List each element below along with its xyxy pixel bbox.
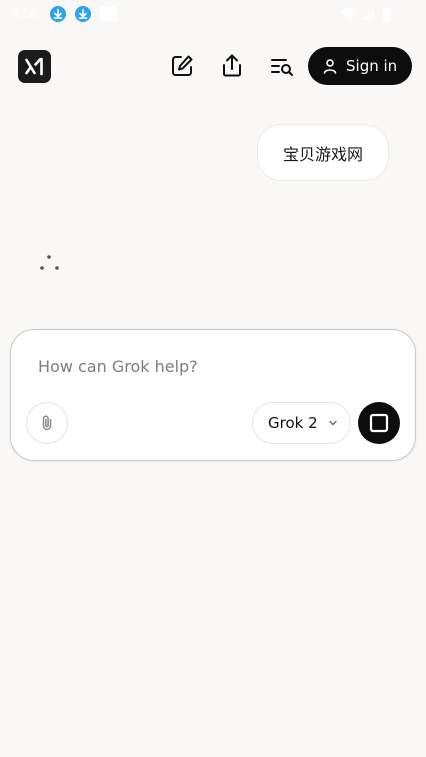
share-icon xyxy=(223,54,241,77)
edit-icon xyxy=(172,55,193,76)
notification-square-icon xyxy=(100,6,117,21)
user-icon xyxy=(323,59,337,74)
loading-dots-icon xyxy=(38,252,62,272)
download-icon xyxy=(75,6,91,22)
search-history-icon xyxy=(271,59,293,76)
user-message-bubble: 宝贝游戏网 xyxy=(257,124,389,181)
status-bar: 9:56 xyxy=(0,0,426,28)
chevron-down-icon xyxy=(328,420,337,426)
screen: 9:56 Sign in 宝贝游戏网 How can Grok help? Gr… xyxy=(0,0,426,757)
prompt-input[interactable] xyxy=(38,354,378,378)
download-icon xyxy=(50,6,66,22)
stop-button[interactable] xyxy=(358,402,400,444)
grok-logo-icon[interactable] xyxy=(18,50,51,83)
status-time: 9:56 xyxy=(12,6,38,21)
wifi-icon xyxy=(341,8,357,20)
paperclip-icon xyxy=(42,415,52,431)
attach-button[interactable] xyxy=(26,402,68,444)
top-bar: Sign in xyxy=(0,44,426,88)
model-selected-label: Grok 2 xyxy=(268,414,318,432)
message-composer: Grok 2 xyxy=(10,329,416,461)
user-message-text: 宝贝游戏网 xyxy=(282,144,363,164)
chat-history-button[interactable] xyxy=(268,52,296,80)
stop-square-icon xyxy=(369,413,389,433)
signal-icon xyxy=(362,8,374,20)
new-chat-button[interactable] xyxy=(168,52,196,80)
status-indicators xyxy=(340,6,396,22)
share-button[interactable] xyxy=(218,52,246,80)
battery-icon xyxy=(383,7,391,21)
model-selector[interactable]: Grok 2 xyxy=(252,402,351,444)
sign-in-button[interactable]: Sign in xyxy=(308,47,412,85)
sign-in-label: Sign in xyxy=(346,57,398,75)
